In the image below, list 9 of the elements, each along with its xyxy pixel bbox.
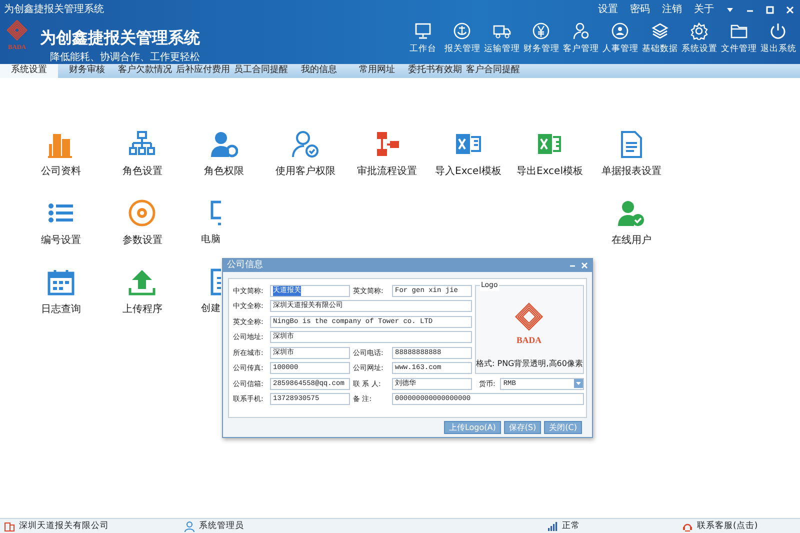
format-hint: 格式: PNG背景透明,高60像素	[476, 358, 583, 370]
app-title: 为创鑫捷报关管理系统	[40, 27, 200, 49]
app-slogan: 降低能耗、协调合作、工作更轻松	[50, 50, 200, 64]
window-title: 为创鑫捷报关管理系统	[4, 2, 104, 17]
status-text: 正常	[562, 520, 580, 532]
dialog-title: 公司信息	[227, 258, 263, 272]
company-logo: BADA	[509, 300, 550, 344]
status-text: 系统管理员	[199, 520, 244, 532]
status-text: 深圳天道报关有限公司	[19, 520, 109, 532]
